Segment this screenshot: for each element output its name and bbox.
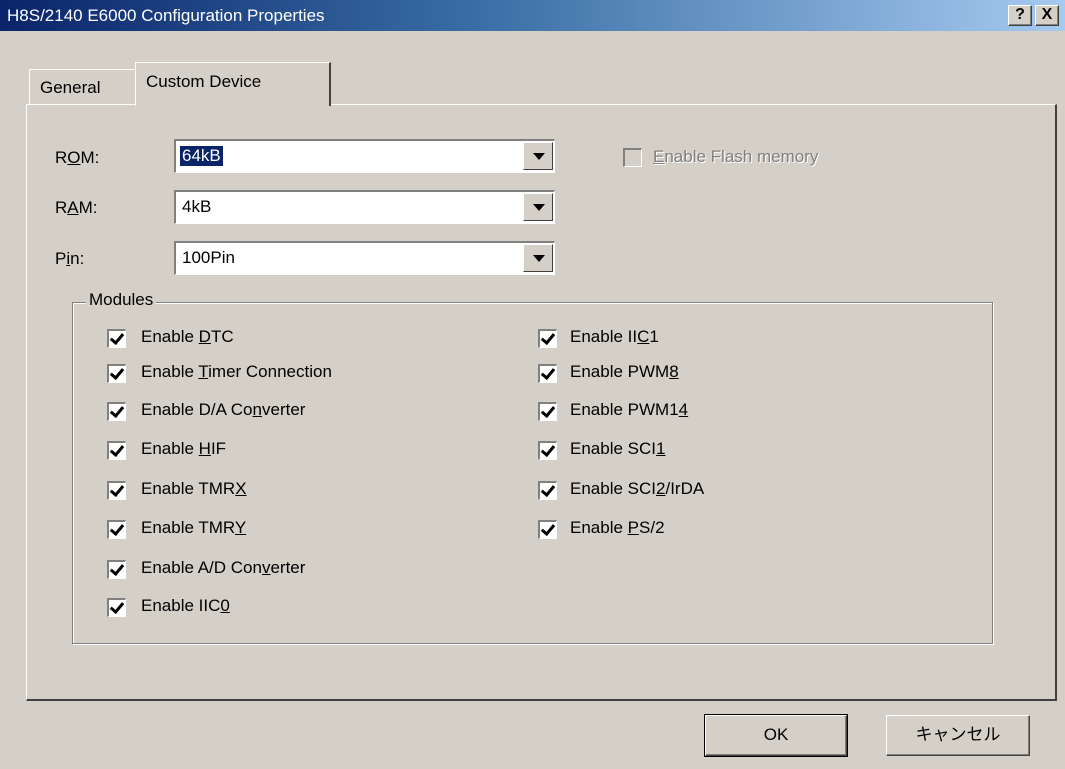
- rom-label: ROM:: [55, 148, 100, 167]
- enable-pwm8-label: Enable PWM8: [570, 362, 679, 381]
- pin-select[interactable]: 100Pin: [174, 241, 555, 275]
- enable-da-converter-label: Enable D/A Converter: [141, 400, 306, 419]
- enable-pwm8-checkbox[interactable]: [538, 364, 557, 383]
- pin-label: Pin:: [55, 249, 85, 268]
- enable-pwm14-label: Enable PWM14: [570, 400, 689, 419]
- rom-select[interactable]: 64kB: [174, 139, 555, 173]
- rom-value: 64kB: [179, 145, 224, 167]
- enable-ps2-checkbox[interactable]: [538, 520, 557, 539]
- enable-tmry-checkbox[interactable]: [107, 520, 126, 539]
- ram-dropdown-arrow-icon[interactable]: [523, 193, 553, 221]
- tab-custom-device[interactable]: Custom Device: [135, 62, 331, 106]
- title-bar: H8S/2140 E6000 Configuration Properties …: [0, 0, 1065, 31]
- enable-pwm14-checkbox[interactable]: [538, 402, 557, 421]
- enable-ps2-label: Enable PS/2: [570, 518, 665, 537]
- enable-ad-converter-checkbox[interactable]: [107, 560, 126, 579]
- cancel-button[interactable]: キャンセル: [886, 715, 1030, 756]
- enable-timer-connection-checkbox[interactable]: [107, 364, 126, 383]
- ram-value: 4kB: [182, 197, 212, 216]
- ok-button[interactable]: OK: [704, 714, 848, 757]
- modules-group: [72, 302, 993, 644]
- enable-flash-label: Enable Flash memory: [653, 147, 819, 166]
- ram-label: RAM:: [55, 198, 98, 217]
- window-title: H8S/2140 E6000 Configuration Properties: [7, 6, 325, 25]
- enable-tmrx-label: Enable TMRX: [141, 479, 247, 498]
- enable-dtc-label: Enable DTC: [141, 327, 234, 346]
- modules-group-title: Modules: [86, 290, 157, 310]
- pin-dropdown-arrow-icon[interactable]: [523, 244, 553, 272]
- rom-dropdown-arrow-icon[interactable]: [523, 142, 553, 170]
- tab-general[interactable]: General: [29, 69, 135, 104]
- help-button[interactable]: ?: [1008, 5, 1032, 26]
- enable-sci1-label: Enable SCI1: [570, 439, 666, 458]
- enable-sci2-irda-label: Enable SCI2/IrDA: [570, 479, 705, 498]
- enable-tmrx-checkbox[interactable]: [107, 481, 126, 500]
- enable-ad-converter-label: Enable A/D Converter: [141, 558, 306, 577]
- enable-hif-label: Enable HIF: [141, 439, 227, 458]
- enable-hif-checkbox[interactable]: [107, 441, 126, 460]
- close-button[interactable]: X: [1035, 5, 1059, 26]
- enable-sci1-checkbox[interactable]: [538, 441, 557, 460]
- enable-sci2-irda-checkbox[interactable]: [538, 481, 557, 500]
- enable-iic1-label: Enable IIC1: [570, 327, 659, 346]
- pin-value: 100Pin: [182, 248, 235, 267]
- enable-dtc-checkbox[interactable]: [107, 329, 126, 348]
- enable-flash-checkbox: [623, 148, 642, 167]
- enable-iic0-checkbox[interactable]: [107, 598, 126, 617]
- enable-timer-connection-label: Enable Timer Connection: [141, 362, 332, 381]
- enable-iic1-checkbox[interactable]: [538, 329, 557, 348]
- enable-iic0-label: Enable IIC0: [141, 596, 230, 615]
- enable-tmry-label: Enable TMRY: [141, 518, 247, 537]
- ram-select[interactable]: 4kB: [174, 190, 555, 224]
- enable-da-converter-checkbox[interactable]: [107, 402, 126, 421]
